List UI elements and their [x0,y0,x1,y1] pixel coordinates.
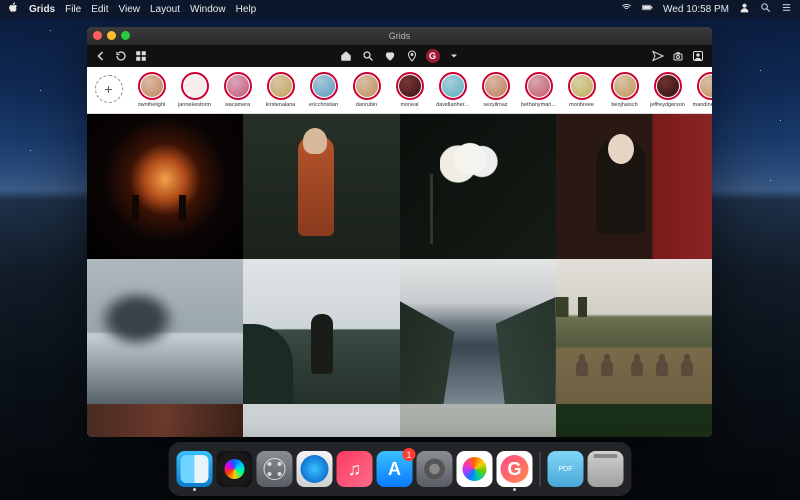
spotlight-icon[interactable] [760,2,771,16]
story-item[interactable]: wacamera [218,72,257,108]
dock-trash[interactable] [588,451,624,487]
app-toolbar: G [87,45,712,67]
menu-view[interactable]: View [118,4,140,15]
story-item[interactable]: ericchristian [304,72,343,108]
feed-photo[interactable] [87,404,243,437]
story-item[interactable]: davidlanher... [433,72,472,108]
grid-view-button[interactable] [133,48,149,64]
story-item[interactable]: kirstenalana [261,72,300,108]
story-username: ericchristian [309,102,338,108]
story-item[interactable]: jeffreydgerson [648,72,687,108]
menu-window[interactable]: Window [190,4,226,15]
profile-button[interactable] [690,48,706,64]
dock-app-finder[interactable] [177,451,213,487]
story-username: danrubin [356,102,377,108]
menubar-clock[interactable]: Wed 10:58 PM [663,4,729,15]
story-username: davidlanher... [436,102,469,108]
story-item[interactable]: danrubin [347,72,386,108]
story-username: moneal [400,102,418,108]
story-item[interactable]: ownthelight [132,72,171,108]
story-item[interactable]: monbreee [562,72,601,108]
dock-app-music[interactable] [337,451,373,487]
story-username: wacamera [225,102,250,108]
story-username: kirstenalana [266,102,296,108]
dock-app-appstore[interactable]: 1 [377,451,413,487]
menu-help[interactable]: Help [236,4,257,15]
story-username: bethanymari... [521,102,556,108]
story-username: monbreee [569,102,594,108]
story-item[interactable]: mandinelson... [691,72,712,108]
feed-photo[interactable] [243,404,399,437]
feed-photo[interactable] [400,404,556,437]
reload-button[interactable] [113,48,129,64]
dock-separator [540,452,541,486]
feed-photo[interactable] [400,114,556,259]
direct-messages-button[interactable] [650,48,666,64]
story-username: benjhaisch [611,102,637,108]
dock-folder[interactable] [548,451,584,487]
window-title: Grids [389,31,411,41]
feed-photo[interactable] [556,404,712,437]
story-username: jeffreydgerson [650,102,685,108]
app-menu-name[interactable]: Grids [29,4,55,15]
stories-strip[interactable]: + ownthelight jannekestorm wacamera kirsten… [87,67,712,114]
plus-icon: + [104,81,112,97]
appstore-badge: 1 [403,448,416,461]
dock-app-safari[interactable] [297,451,333,487]
story-item[interactable]: benjhaisch [605,72,644,108]
story-item[interactable]: bethanymari... [519,72,558,108]
story-username: ownthelight [138,102,166,108]
macos-menubar: Grids File Edit View Layout Window Help … [0,0,800,18]
account-dropdown-icon[interactable] [446,48,462,64]
dock-app-sysprefs[interactable] [417,451,453,487]
feed-photo[interactable] [87,259,243,404]
back-button[interactable] [93,48,109,64]
story-username: sezyilmaz [483,102,507,108]
story-username: jannekestorm [178,102,211,108]
feed-photo[interactable] [400,259,556,404]
feed-photo[interactable] [556,259,712,404]
feed-photo[interactable] [243,114,399,259]
notification-center-icon[interactable] [781,2,792,16]
upload-button[interactable] [670,48,686,64]
menu-file[interactable]: File [65,4,81,15]
window-titlebar[interactable]: Grids [87,27,712,45]
search-button[interactable] [360,48,376,64]
user-icon[interactable] [739,2,750,16]
feed-photo[interactable] [87,114,243,259]
dock-app-grids[interactable] [497,451,533,487]
dock-app-siri[interactable] [217,451,253,487]
dock-app-photos[interactable] [457,451,493,487]
window-close-button[interactable] [93,31,102,40]
macos-dock: 1 [169,442,632,496]
menu-layout[interactable]: Layout [150,4,180,15]
account-button[interactable]: G [426,49,440,63]
story-item[interactable]: sezyilmaz [476,72,515,108]
story-item[interactable]: jannekestorm [175,72,214,108]
window-minimize-button[interactable] [107,31,116,40]
story-item[interactable]: moneal [390,72,429,108]
window-zoom-button[interactable] [121,31,130,40]
story-username: mandinelson... [693,102,712,108]
photo-grid[interactable] [87,114,712,437]
app-window: Grids G + [87,27,712,437]
feed-photo[interactable] [243,259,399,404]
add-story-button[interactable]: + [89,75,128,105]
home-button[interactable] [338,48,354,64]
likes-button[interactable] [382,48,398,64]
battery-icon[interactable] [642,2,653,16]
location-button[interactable] [404,48,420,64]
dock-app-launchpad[interactable] [257,451,293,487]
wifi-icon[interactable] [621,2,632,16]
apple-menu-icon[interactable] [8,2,19,16]
feed-photo[interactable] [556,114,712,259]
menu-edit[interactable]: Edit [91,4,108,15]
